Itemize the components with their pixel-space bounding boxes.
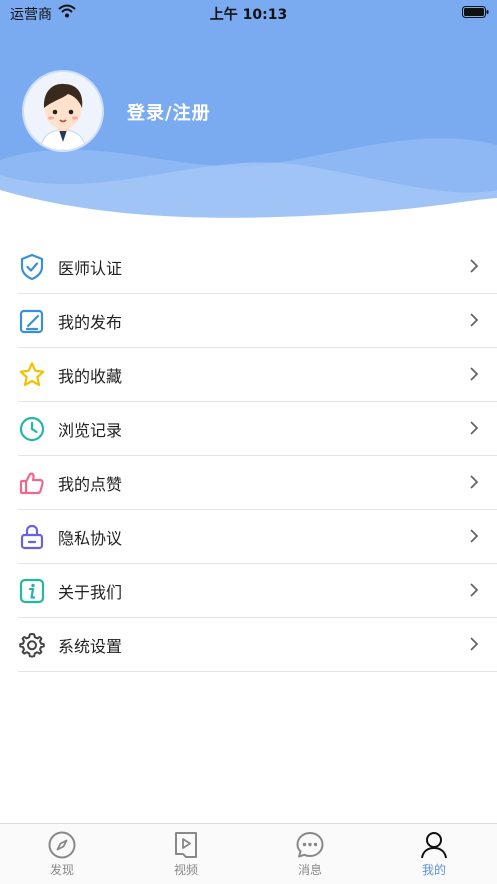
menu-item-label: 系统设置 [58, 636, 123, 656]
chevron-right-icon [470, 583, 479, 597]
chevron-right-icon [470, 529, 479, 543]
chevron-right-icon [470, 475, 479, 489]
tab-label: 视频 [173, 863, 198, 877]
status-bar: 运营商 上午 10:13 [0, 0, 497, 26]
tab-label: 发现 [49, 863, 74, 877]
login-register-link[interactable]: 登录/注册 [127, 99, 211, 125]
chevron-right-icon [470, 421, 479, 435]
tab-mine[interactable]: 我的 [372, 828, 496, 884]
thumbs-up-icon [18, 469, 46, 497]
menu-item-doctor-verification[interactable]: 医师认证 [18, 240, 497, 294]
clock-icon [18, 415, 46, 443]
menu-item-my-posts[interactable]: 我的发布 [18, 294, 497, 348]
menu-item-settings[interactable]: 系统设置 [18, 618, 497, 672]
compass-icon [48, 831, 76, 859]
gear-icon [18, 631, 46, 659]
doctor-avatar-icon [24, 72, 102, 150]
tab-video[interactable]: 视频 [124, 828, 248, 884]
status-time: 上午 10:13 [209, 7, 288, 23]
menu-item-label: 关于我们 [58, 582, 123, 602]
menu-item-history[interactable]: 浏览记录 [18, 402, 497, 456]
chevron-right-icon [470, 259, 479, 273]
menu-item-label: 我的收藏 [58, 366, 123, 386]
menu-item-privacy[interactable]: 隐私协议 [18, 510, 497, 564]
info-icon [18, 577, 46, 605]
menu-item-about[interactable]: 关于我们 [18, 564, 497, 618]
tab-label: 我的 [421, 863, 446, 877]
chevron-right-icon [470, 637, 479, 651]
edit-icon [18, 307, 46, 335]
tab-messages[interactable]: 消息 [248, 828, 372, 884]
tab-label: 消息 [297, 863, 322, 877]
menu-item-label: 我的点赞 [58, 474, 123, 494]
menu-item-label: 隐私协议 [58, 528, 123, 548]
tab-discover[interactable]: 发现 [0, 828, 124, 884]
chevron-right-icon [470, 313, 479, 327]
star-icon [18, 361, 46, 389]
profile-menu: 医师认证 我的发布 我的收藏 浏览记录 我的点赞 隐私协议 关于我们 系统设置 [18, 240, 497, 672]
avatar[interactable] [24, 72, 102, 150]
profile-header: 运营商 上午 10:13 登录/注册 [0, 0, 497, 232]
video-icon [175, 832, 197, 858]
menu-item-label: 医师认证 [58, 258, 123, 278]
menu-item-likes[interactable]: 我的点赞 [18, 456, 497, 510]
menu-item-label: 浏览记录 [58, 420, 123, 440]
chevron-right-icon [470, 367, 479, 381]
user-icon [421, 832, 447, 859]
lock-icon [18, 523, 46, 551]
menu-item-favorites[interactable]: 我的收藏 [18, 348, 497, 402]
tab-bar: 发现 视频 消息 我的 [0, 823, 497, 884]
battery-icon [462, 6, 489, 18]
menu-item-label: 我的发布 [58, 312, 123, 332]
message-icon [296, 832, 324, 858]
shield-check-icon [18, 253, 46, 281]
